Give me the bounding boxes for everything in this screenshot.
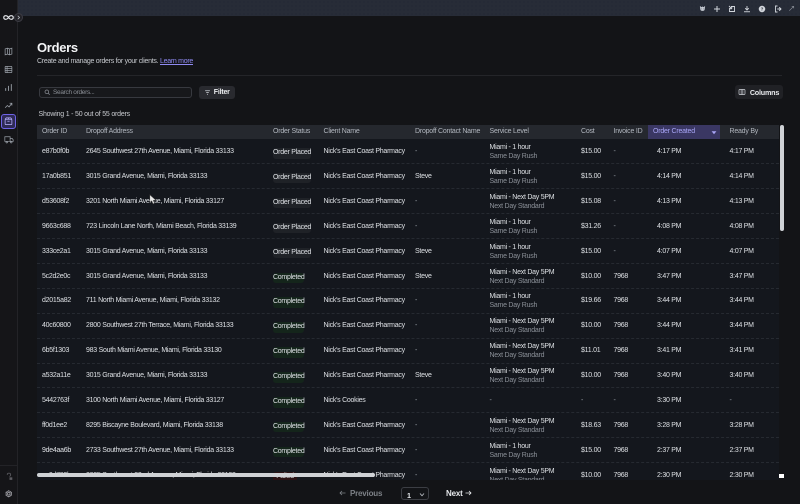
svg-text:?: ? [761,6,764,11]
